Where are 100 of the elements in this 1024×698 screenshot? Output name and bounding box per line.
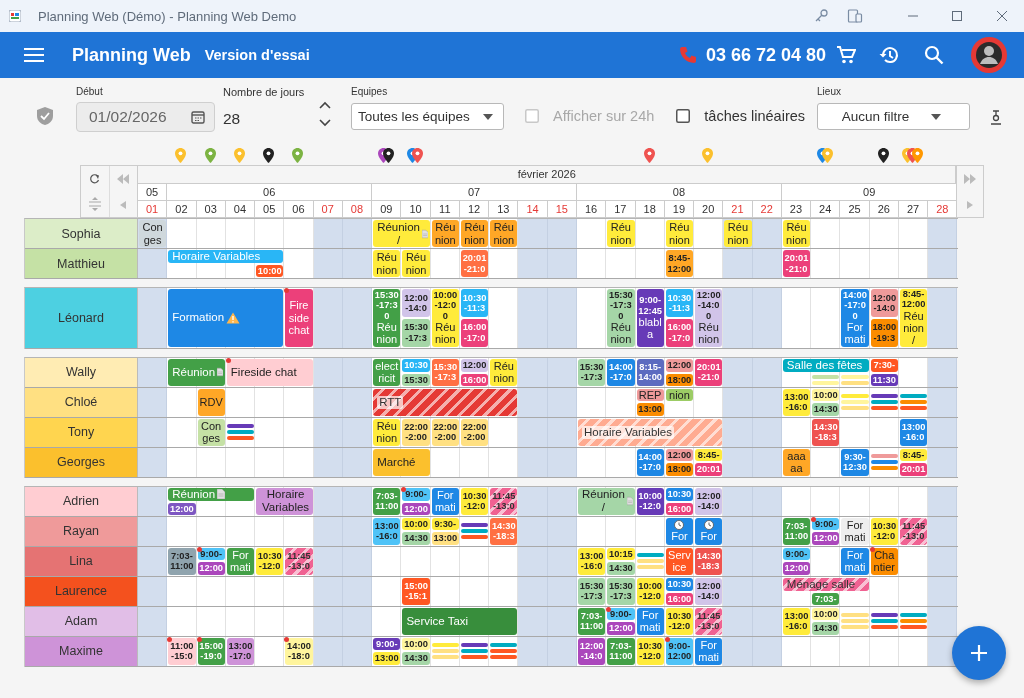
day-label: 15 xyxy=(546,200,576,218)
event-block[interactable]: Réunion xyxy=(373,250,401,277)
event-block[interactable]: Réunion xyxy=(665,220,694,247)
event-block[interactable]: Horaire Variables xyxy=(578,418,723,446)
employee-name[interactable]: Lina xyxy=(25,546,138,576)
event-block[interactable]: 9:00-12:45 blabla xyxy=(636,289,664,347)
event-block[interactable]: Conges xyxy=(139,220,167,247)
event-block[interactable]: For xyxy=(695,517,723,545)
day-label: 18 xyxy=(634,200,664,218)
event-block[interactable]: 22:00-2:00 xyxy=(402,418,430,446)
day-label: 12 xyxy=(458,200,489,218)
employee-name[interactable]: Rayan xyxy=(25,516,138,546)
event-block[interactable]: 12:00 xyxy=(607,622,635,635)
event-block[interactable]: 7:03-11:00 xyxy=(168,547,196,575)
event-block[interactable]: Réunion xyxy=(782,220,811,247)
dropdown[interactable]: Aucun filtre xyxy=(817,103,971,130)
event-block[interactable]: 15:30-17:30 Réunion xyxy=(607,289,635,347)
employee-name[interactable]: Wally xyxy=(25,357,138,387)
employee-name[interactable]: Georges xyxy=(25,447,138,477)
event-block[interactable]: Formati xyxy=(841,517,869,545)
event-block[interactable]: Réunion xyxy=(431,220,459,247)
employee-name[interactable]: Léonard xyxy=(25,288,138,348)
event-block[interactable]: 11:45-13:0 xyxy=(490,487,518,515)
event-block[interactable]: 14:30 xyxy=(812,622,840,635)
event-block[interactable]: 12:00 xyxy=(812,532,840,545)
event-block[interactable]: 13:00-16:0 xyxy=(373,517,401,545)
event-block[interactable]: Horaire Variables xyxy=(256,487,313,515)
event-block[interactable]: 14:30 xyxy=(607,562,635,575)
event-block[interactable]: 14:00-17:00 Formati xyxy=(841,289,869,347)
day-label: 09 xyxy=(371,200,401,218)
employee-name[interactable]: Laurence xyxy=(25,576,138,606)
event-block[interactable]: 12:00-14:0 xyxy=(870,289,898,317)
event-block[interactable]: Formation xyxy=(168,289,284,347)
event-block[interactable]: Marché xyxy=(373,448,430,476)
employee-name[interactable]: Sophia xyxy=(25,219,138,248)
day-label: 19 xyxy=(663,200,694,218)
event-block[interactable]: Réunion xyxy=(607,220,635,247)
event-block[interactable]: 11:00-15:0 xyxy=(168,637,196,665)
event-block[interactable]: 14:30 xyxy=(402,652,430,665)
employee-name[interactable]: Matthieu xyxy=(25,249,138,278)
dropdown[interactable]: Toutes les équipes xyxy=(351,103,504,130)
week-label: 06 xyxy=(166,183,372,200)
month-label: février 2026 xyxy=(137,165,957,183)
event-block[interactable]: 9:30-12:30 xyxy=(841,448,869,476)
event-block[interactable]: 12:00-14:0 xyxy=(402,289,430,317)
event-block[interactable]: 12:00-14:00 Réunion xyxy=(695,289,723,347)
event-block[interactable]: RTT xyxy=(373,388,518,416)
window-title: Planning Web (Démo) - Planning Web Demo xyxy=(38,8,297,24)
day-label: 06 xyxy=(283,200,313,218)
event-block[interactable]: 18:00 xyxy=(665,463,694,476)
employee-name[interactable]: Adrien xyxy=(25,486,138,516)
event-block[interactable]: 14:30 xyxy=(402,532,430,545)
event-block[interactable]: 11:45-13:0 xyxy=(695,607,723,635)
event-block[interactable]: 20:01-21:0 xyxy=(695,358,723,386)
event-block[interactable]: 13:00 xyxy=(373,652,401,665)
event-block[interactable]: 8:45-12:00 Réunion / xyxy=(899,289,928,347)
event-block[interactable]: Formati xyxy=(841,547,869,575)
event-block[interactable]: Réunion xyxy=(724,220,752,247)
event-block[interactable]: 8:45-12:00 xyxy=(665,250,694,277)
day-label: 14 xyxy=(517,200,547,218)
event-block[interactable]: 15:30-17:3 xyxy=(402,318,430,347)
event-block[interactable]: 13:00 xyxy=(431,532,459,545)
employee-name[interactable]: Maxime xyxy=(25,636,138,666)
event-block[interactable]: 12:00 xyxy=(197,562,225,575)
event-block[interactable]: Service Taxi xyxy=(402,607,518,635)
date-field[interactable]: 01/02/2026 xyxy=(76,102,215,132)
event-block[interactable]: 20:01 xyxy=(899,463,928,476)
event-block[interactable]: Réunion / xyxy=(373,220,430,247)
day-label: 02 xyxy=(166,200,196,218)
day-label: 25 xyxy=(839,200,869,218)
day-label: 03 xyxy=(195,200,225,218)
day-label: 10 xyxy=(400,200,430,218)
event-block[interactable]: Réunion xyxy=(490,358,518,386)
event-block[interactable]: Fireside chat xyxy=(285,289,313,347)
event-block[interactable]: Réunion xyxy=(460,220,489,247)
event-block[interactable]: 10:30-12:0 xyxy=(256,547,284,575)
event-block[interactable]: Formati xyxy=(695,637,723,665)
event-block[interactable]: 12:00-14:0 xyxy=(695,487,723,515)
event-block[interactable]: 12:00 xyxy=(782,562,811,575)
event-block[interactable]: 20:01 xyxy=(695,463,723,476)
event-block[interactable]: 13:00 xyxy=(636,403,664,416)
event-block[interactable]: Réunion xyxy=(402,250,430,277)
event-block[interactable]: 14:00-18:0 xyxy=(285,637,313,665)
event-block[interactable]: 15:30-17:3 xyxy=(607,577,635,605)
event-block[interactable]: 12:00-14:0 xyxy=(695,577,723,605)
event-block[interactable]: Réunion xyxy=(373,418,401,446)
day-label: 08 xyxy=(341,200,372,218)
event-block[interactable]: 20:01-21:0 xyxy=(782,250,811,277)
event-block[interactable]: 14:30 xyxy=(812,403,840,416)
week-label: 09 xyxy=(780,183,957,200)
event-block[interactable]: 14:00-17:0 xyxy=(607,358,635,386)
event-block[interactable]: 10:00-12:00 Réunion xyxy=(431,289,459,347)
employee-name[interactable]: Tony xyxy=(25,417,138,447)
event-block[interactable]: Fireside chat xyxy=(226,358,313,386)
day-count-value[interactable]: 28 xyxy=(223,110,319,128)
event-block[interactable]: 11:45-13:0 xyxy=(285,547,313,575)
event-block[interactable]: Réunion xyxy=(490,220,518,247)
employee-name[interactable]: Chloé xyxy=(25,387,138,417)
employee-name[interactable]: Adam xyxy=(25,606,138,636)
checkbox-label: tâches linéaires xyxy=(704,108,806,124)
